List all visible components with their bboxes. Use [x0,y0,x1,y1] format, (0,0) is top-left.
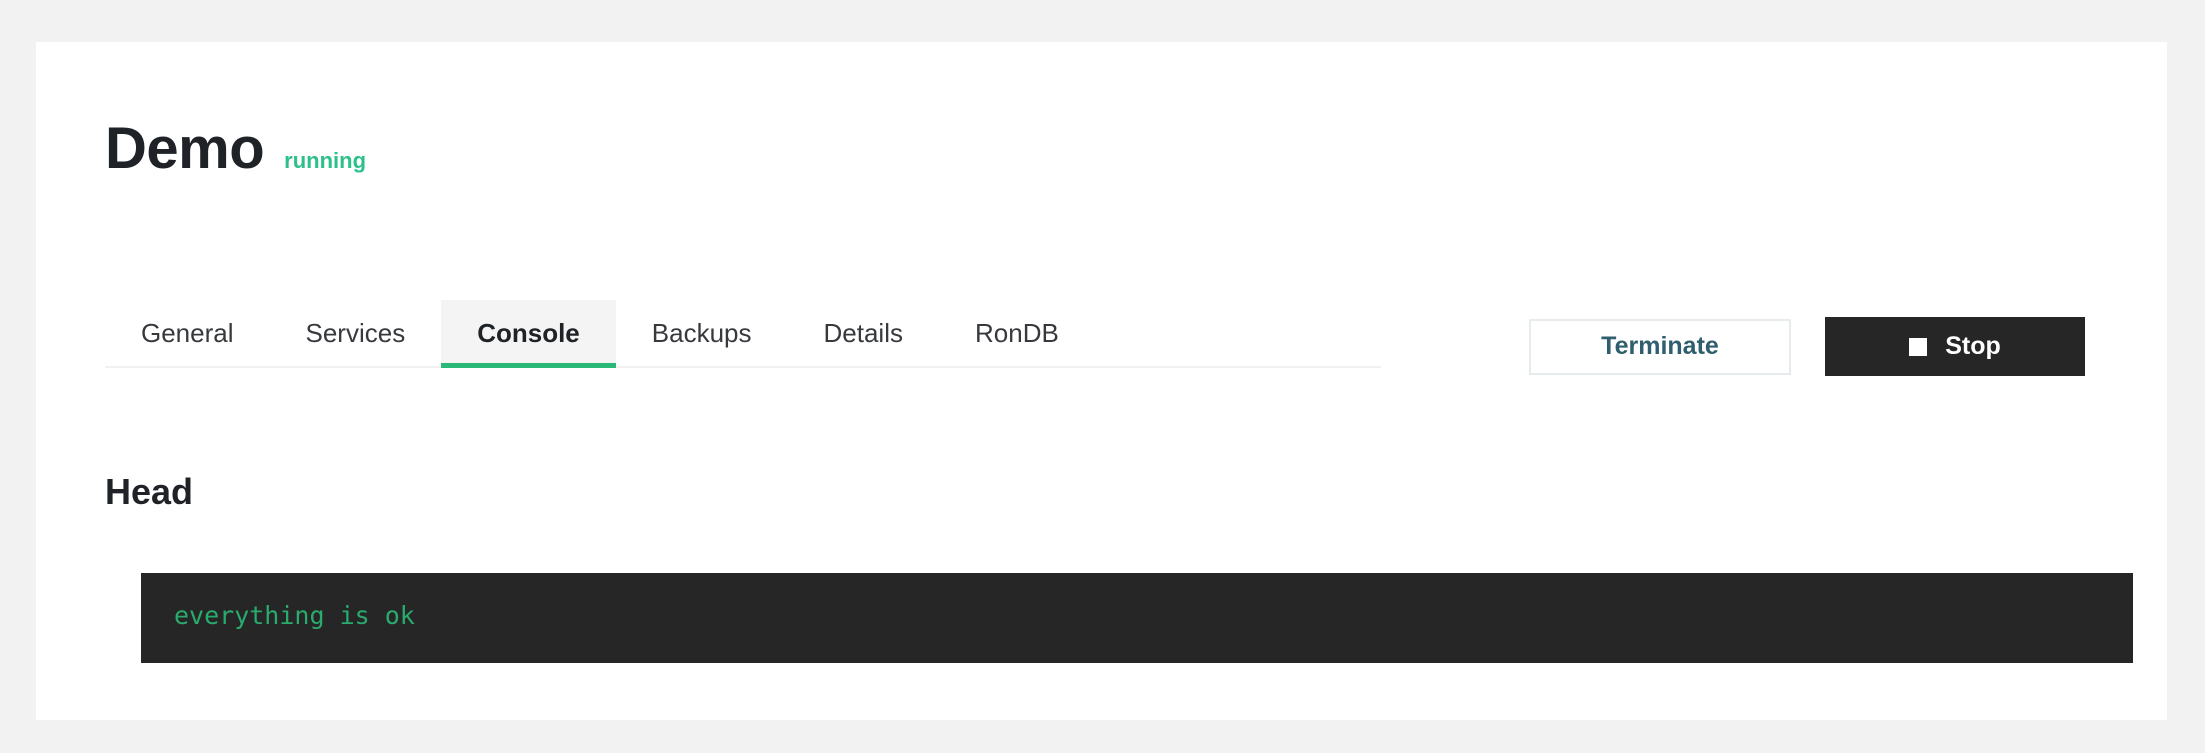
tab-general[interactable]: General [105,300,270,366]
stop-square-icon [1909,337,1928,356]
terminate-button[interactable]: Terminate [1529,318,1791,375]
tab-details[interactable]: Details [788,300,939,366]
page-title: Demo [105,116,265,181]
tab-rondb[interactable]: RonDB [939,300,1095,366]
tab-console[interactable]: Console [441,300,616,368]
section-title-head: Head [105,471,194,512]
instance-card: Demo running General Services Console Ba… [36,42,2167,720]
tab-backups[interactable]: Backups [616,300,788,366]
console-output[interactable]: everything is ok [141,573,2133,663]
tab-bar: General Services Console Backups Details… [105,300,1381,368]
console-line: everything is ok [174,601,415,630]
status-badge: running [284,148,367,173]
tab-list: General Services Console Backups Details… [105,300,1381,368]
stop-button[interactable]: Stop [1825,317,2085,376]
action-buttons: Terminate Stop [1529,317,2085,376]
tab-services[interactable]: Services [270,300,442,366]
stop-button-label: Stop [1945,332,2001,360]
page-header: Demo running [105,120,366,178]
